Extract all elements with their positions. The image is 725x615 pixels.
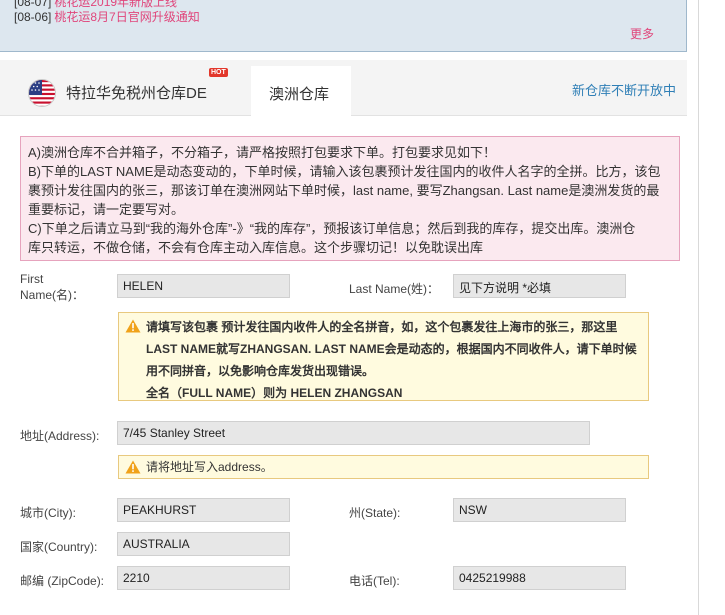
hot-badge: HOT — [209, 68, 228, 77]
instruction-line: A)澳洲仓库不合并箱子，不分箱子，请严格按照打包要求下单。打包要求见如下！ — [28, 145, 497, 160]
phone-label: 电话(Tel): — [349, 574, 400, 588]
tab-au-label: 澳洲仓库 — [269, 86, 330, 103]
instruction-line: C)下单之后请立马到“我的海外仓库”-》“我的库存”，预报该订单信息；然后到我的… — [28, 221, 636, 236]
last-name-field[interactable]: 见下方说明 *必填 — [453, 274, 626, 298]
instruction-line: 库只转运，不做仓储，不会有仓库主动入库信息。这个步骤切记！以免耽误出库 — [28, 240, 484, 255]
tab-us-label: 特拉华免税州仓库DE — [66, 85, 207, 102]
city-field[interactable]: PEAKHURST — [117, 498, 290, 522]
notice-panel: [08-07] 桃花运2019年新版上线 [08-06] 桃花运8月7日官网升级通知… — [0, 0, 687, 52]
address-tip: 请将地址写入address。 — [118, 455, 649, 479]
scroll-divider — [698, 0, 699, 615]
warning-icon — [125, 318, 141, 340]
first-name-field[interactable]: HELEN — [117, 274, 290, 298]
zip-field[interactable]: 2210 — [117, 566, 290, 590]
first-name-label: First Name(名)： — [20, 272, 85, 302]
phone-field[interactable]: 0425219988 — [453, 566, 626, 590]
notice-date: [08-06] — [14, 10, 52, 24]
zip-label: 邮编 (ZipCode): — [20, 574, 105, 588]
warning-icon — [125, 460, 141, 478]
notice-item[interactable]: [08-06] 桃花运8月7日官网升级通知 — [14, 8, 200, 25]
state-field[interactable]: NSW — [453, 498, 626, 522]
more-link[interactable]: 更多 — [630, 25, 654, 42]
us-flag-icon — [28, 79, 56, 107]
name-tip-line: 请填写该包裹 预计发往国内收件人的全名拼音，如，这个包裹发往上海市的张三，那这里 — [146, 320, 618, 334]
address-label: 地址(Address): — [20, 429, 100, 443]
instruction-line: 重要标记，请一定要写对。 — [28, 202, 185, 217]
name-tip-line: 用不同拼音，以免影响仓库发货出现错误。 — [146, 364, 375, 378]
tab-au-warehouse[interactable]: 澳洲仓库 — [251, 66, 351, 117]
name-tip-line: LAST NAME就写ZHANGSAN. LAST NAME会是动态的，根据国内… — [146, 342, 637, 356]
address-field[interactable]: 7/45 Stanley Street — [117, 421, 590, 445]
instruction-line: 裹预计发往国内的张三，那该订单在澳洲网站下单时候，last name, 要写Zh… — [28, 183, 660, 198]
city-label: 城市(City): — [20, 506, 76, 520]
address-tip-text: 请将地址写入address。 — [146, 460, 273, 474]
tab-us-warehouse[interactable]: 特拉华免税州仓库DE HOT — [18, 66, 238, 116]
notice-title[interactable]: 桃花运8月7日官网升级通知 — [54, 10, 199, 24]
state-label: 州(State): — [349, 506, 401, 520]
new-warehouse-link[interactable]: 新仓库不断开放中 — [572, 80, 676, 99]
country-label: 国家(Country): — [20, 540, 98, 554]
instructions-box: A)澳洲仓库不合并箱子，不分箱子，请严格按照打包要求下单。打包要求见如下！ B)… — [20, 136, 680, 261]
name-tip: 请填写该包裹 预计发往国内收件人的全名拼音，如，这个包裹发往上海市的张三，那这里… — [118, 312, 649, 401]
country-field[interactable]: AUSTRALIA — [117, 532, 290, 556]
last-name-label: Last Name(姓)： — [349, 282, 440, 296]
name-tip-line: 全名（FULL NAME）则为 HELEN ZHANGSAN — [146, 386, 403, 400]
warehouse-tabs: 特拉华免税州仓库DE HOT 澳洲仓库 新仓库不断开放中 — [0, 60, 687, 117]
instruction-line: B)下单的LAST NAME是动态变动的，下单时候，请输入该包裹预计发往国内的收… — [28, 164, 661, 179]
